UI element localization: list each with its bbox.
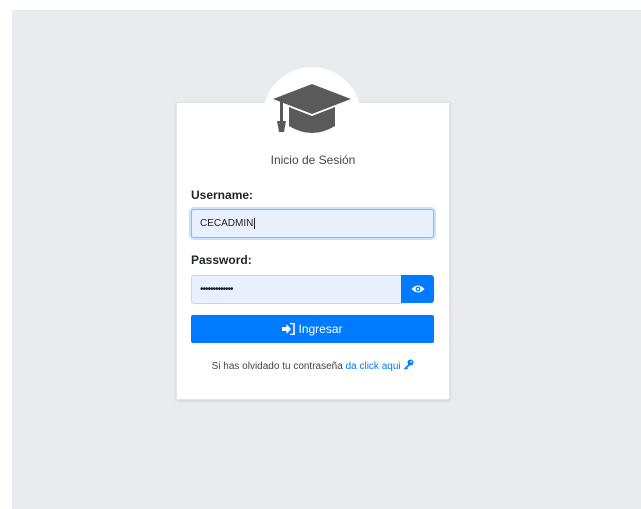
username-label: Username: (191, 188, 254, 202)
forgot-password-text: Si has olvidado tu contraseña da click a… (176, 359, 450, 372)
graduation-cap-icon (273, 84, 351, 133)
page-title: Inicio de Sesión (270, 153, 356, 167)
toggle-password-button[interactable] (401, 275, 434, 303)
username-input[interactable]: CECADMIN (191, 209, 434, 238)
login-button-label: Ingresar (298, 322, 343, 336)
username-value: CECADMIN (200, 218, 254, 229)
login-button[interactable]: Ingresar (191, 315, 434, 343)
key-icon (404, 359, 414, 370)
forgot-password-prefix: Si has olvidado tu contraseña (211, 361, 346, 372)
forgot-password-link[interactable]: da click aqui (346, 361, 401, 372)
password-label: Password: (191, 253, 252, 267)
eye-icon (411, 285, 424, 293)
password-input[interactable]: ••••••••••••• (191, 275, 402, 304)
text-caret (254, 217, 256, 229)
sign-in-icon (282, 323, 296, 335)
